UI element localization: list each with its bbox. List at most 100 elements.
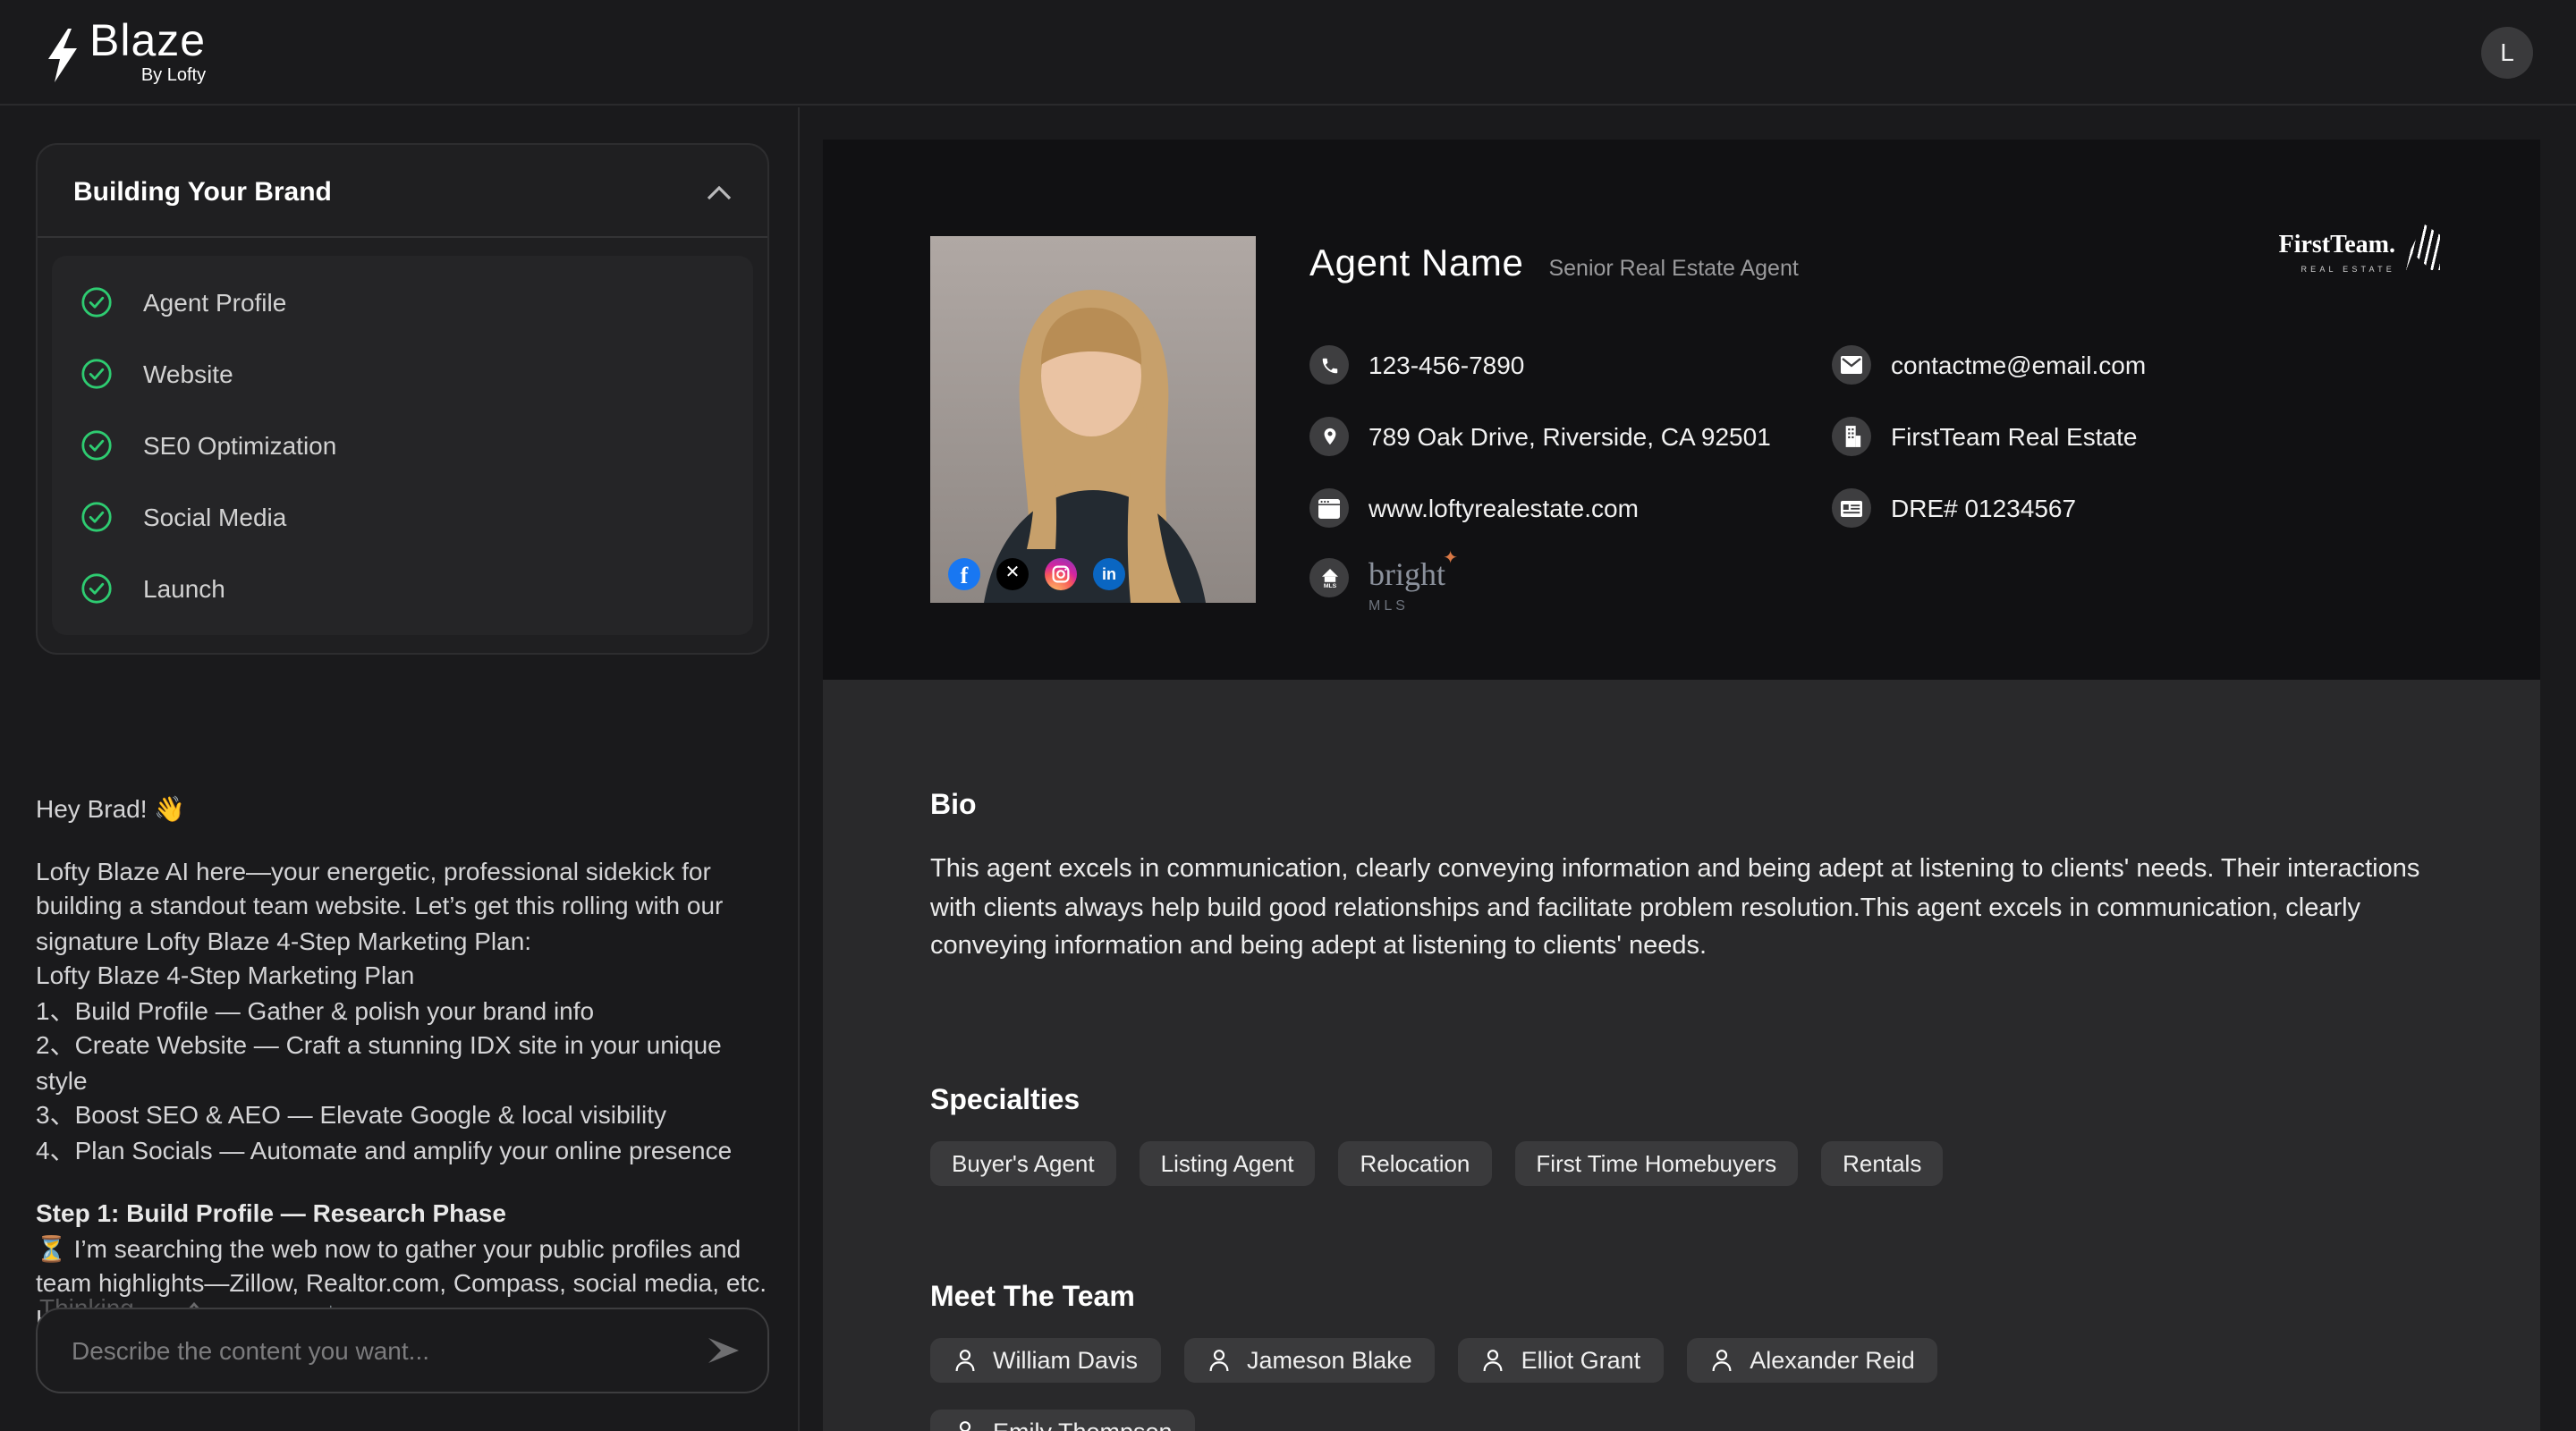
sidebar-divider — [798, 107, 800, 1431]
agent-photo: f ✕ in — [930, 236, 1256, 603]
browser-icon — [1309, 488, 1349, 528]
person-icon — [1208, 1348, 1231, 1371]
facebook-icon[interactable]: f — [948, 558, 980, 590]
check-circle-icon — [80, 501, 113, 533]
building-your-brand-panel: Building Your Brand Agent Profile — [36, 143, 769, 655]
check-circle-icon — [80, 286, 113, 318]
blaze-logo: Blaze By Lofty — [43, 19, 206, 85]
firstteam-stripes-icon — [2401, 224, 2440, 270]
team-chips: William Davis Jameson Blake — [930, 1337, 2147, 1431]
agent-job-title: Senior Real Estate Agent — [1548, 256, 1798, 281]
chat-message-line: 1、Build Profile — Gather & polish your b… — [36, 994, 776, 1029]
svg-text:MLS: MLS — [1323, 582, 1336, 588]
person-icon — [953, 1419, 977, 1431]
agent-details-section: Bio This agent excels in communication, … — [823, 680, 2540, 1431]
check-circle-icon — [80, 358, 113, 390]
agent-header-card: f ✕ in Agent Name Senior Real Estate Age… — [823, 140, 2540, 680]
phone-value: 123-456-7890 — [1368, 351, 1524, 379]
phone-icon — [1309, 345, 1349, 385]
address-row: 789 Oak Drive, Riverside, CA 92501 — [1309, 415, 1832, 458]
chevron-up-icon[interactable] — [707, 185, 732, 199]
team-member-chip[interactable]: William Davis — [930, 1337, 1161, 1382]
chat-greeting: Hey Brad! 👋 — [36, 792, 776, 827]
firstteam-wordmark: FirstTeam. — [2279, 234, 2395, 259]
person-icon — [1482, 1348, 1505, 1371]
brand-checklist: Agent Profile Website — [52, 256, 753, 635]
license-value: DRE# 01234567 — [1891, 494, 2076, 522]
bright-star-icon: ✦ — [1443, 551, 1458, 569]
mls-row: MLS bright✦ MLS — [1309, 558, 1832, 601]
specialty-chips: Buyer's Agent Listing Agent Relocation Firs… — [930, 1140, 2433, 1185]
team-heading: Meet The Team — [930, 1282, 2433, 1314]
company-value: FirstTeam Real Estate — [1891, 422, 2137, 451]
x-twitter-icon[interactable]: ✕ — [996, 558, 1029, 590]
checklist-item-label: Launch — [143, 574, 225, 603]
panel-title: Building Your Brand — [73, 177, 332, 207]
person-icon — [1710, 1348, 1733, 1371]
firstteam-sub: REAL ESTATE — [2301, 265, 2395, 274]
team-member-chip[interactable]: Jameson Blake — [1184, 1337, 1436, 1382]
id-card-icon — [1832, 488, 1871, 528]
agent-info: Agent Name Senior Real Estate Agent 123-… — [1309, 243, 2272, 601]
linkedin-icon[interactable]: in — [1093, 558, 1125, 590]
checklist-item-label: Agent Profile — [143, 288, 286, 317]
specialty-chip: Buyer's Agent — [930, 1140, 1116, 1185]
agent-social-icons: f ✕ in — [948, 558, 1125, 590]
checklist-item[interactable]: SE0 Optimization — [52, 410, 753, 481]
chat-message-line: Lofty Blaze 4-Step Marketing Plan — [36, 959, 776, 994]
bright-wordmark: bright — [1368, 556, 1445, 592]
person-icon — [953, 1348, 977, 1371]
team-member-chip[interactable]: Emily Thompson — [930, 1409, 1196, 1431]
chat-message: Lofty Blaze AI here—your energetic, prof… — [36, 854, 776, 1168]
email-value: contactme@email.com — [1891, 351, 2146, 379]
chat-message-line: 2、Create Website — Craft a stunning IDX … — [36, 1029, 776, 1098]
user-avatar[interactable]: L — [2481, 26, 2533, 78]
panel-divider — [38, 236, 767, 238]
chat-message-line: 3、Boost SEO & AEO — Elevate Google & loc… — [36, 1098, 776, 1133]
bright-mls-logo: bright✦ MLS — [1368, 558, 1445, 614]
specialty-chip: Rentals — [1821, 1140, 1943, 1185]
team-member-name: Elliot Grant — [1521, 1346, 1641, 1373]
logo-wordmark: Blaze — [89, 19, 206, 64]
specialty-chip: Listing Agent — [1140, 1140, 1316, 1185]
send-icon — [707, 1336, 742, 1365]
agent-portrait-image — [930, 236, 1256, 603]
firstteam-logo: FirstTeam. REAL ESTATE — [2279, 234, 2440, 274]
checklist-item-label: Social Media — [143, 503, 286, 531]
website-row: www.loftyrealestate.com — [1309, 487, 1832, 529]
bright-mls-sub: MLS — [1368, 597, 1445, 614]
checklist-item[interactable]: Agent Profile — [52, 267, 753, 338]
address-value: 789 Oak Drive, Riverside, CA 92501 — [1368, 422, 1771, 451]
chat-input-box — [36, 1308, 769, 1393]
send-button[interactable] — [707, 1336, 742, 1365]
website-value: www.loftyrealestate.com — [1368, 494, 1639, 522]
team-member-name: William Davis — [993, 1346, 1138, 1373]
contact-grid: 123-456-7890 contactme@email.com 789 Oa — [1309, 343, 2272, 601]
specialty-chip: Relocation — [1339, 1140, 1492, 1185]
chat-sidebar: Building Your Brand Agent Profile — [0, 107, 798, 1431]
chat-step-heading: Step 1: Build Profile — Research Phase — [36, 1197, 776, 1232]
checklist-item[interactable]: Social Media — [52, 481, 753, 553]
checklist-item[interactable]: Launch — [52, 553, 753, 624]
bio-heading: Bio — [930, 791, 2433, 823]
mls-house-icon: MLS — [1309, 558, 1349, 597]
instagram-icon[interactable] — [1045, 558, 1077, 590]
location-pin-icon — [1309, 417, 1349, 456]
email-row: contactme@email.com — [1832, 343, 2272, 386]
checklist-item-label: SE0 Optimization — [143, 431, 336, 460]
license-row: DRE# 01234567 — [1832, 487, 2272, 529]
specialty-chip: First Time Homebuyers — [1514, 1140, 1798, 1185]
agent-profile-main: f ✕ in Agent Name Senior Real Estate Age… — [823, 140, 2540, 1431]
checklist-item[interactable]: Website — [52, 338, 753, 410]
team-member-name: Jameson Blake — [1247, 1346, 1412, 1373]
checklist-item-label: Website — [143, 360, 233, 388]
team-member-chip[interactable]: Elliot Grant — [1459, 1337, 1665, 1382]
check-circle-icon — [80, 429, 113, 461]
panel-header[interactable]: Building Your Brand — [38, 145, 767, 236]
office-building-icon — [1832, 417, 1871, 456]
team-member-chip[interactable]: Alexander Reid — [1687, 1337, 1938, 1382]
chat-input[interactable] — [68, 1334, 707, 1367]
check-circle-icon — [80, 572, 113, 605]
agent-name: Agent Name — [1309, 243, 1523, 286]
email-icon — [1832, 345, 1871, 385]
